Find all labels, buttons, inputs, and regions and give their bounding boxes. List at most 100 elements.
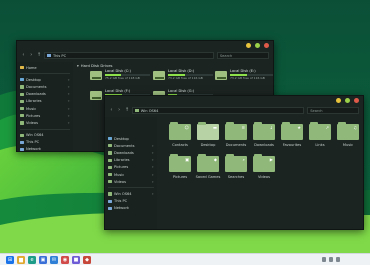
folder-label: Videos [258, 175, 270, 179]
address-bar[interactable]: This PC [44, 52, 214, 59]
sidebar-item-this-pc[interactable]: This PC [105, 198, 157, 205]
edge-icon[interactable]: e [28, 256, 36, 264]
file-explorer-icon[interactable]: ▆ [17, 256, 25, 264]
sidebar-item-network[interactable]: Network [105, 205, 157, 212]
forward-arrow-icon[interactable]: › [29, 53, 34, 58]
saved-games-folder-icon: ◆ [197, 154, 219, 172]
close-button[interactable] [354, 98, 359, 103]
minimize-button[interactable] [336, 98, 341, 103]
search-input[interactable]: Search [216, 52, 270, 59]
folder-glyph: ↓ [269, 125, 273, 130]
sidebar-item-downloads[interactable]: Downloads ✦ [105, 149, 157, 156]
folder-label: Favourites [282, 143, 302, 147]
sidebar-item-network[interactable]: Network [17, 146, 73, 151]
sidebar-item-home[interactable]: Home [17, 64, 73, 71]
maximize-button[interactable] [345, 98, 350, 103]
search-input[interactable]: Search [307, 107, 359, 114]
battery-icon[interactable] [336, 257, 340, 262]
drive-usage-fill [230, 74, 247, 77]
app2-icon[interactable]: ◆ [83, 256, 91, 264]
videos-icon [108, 180, 112, 184]
sidebar-item-label: Music [114, 172, 125, 177]
sidebar-item-music[interactable]: Music ✦ [17, 105, 73, 112]
drive-usage-bar [105, 74, 150, 77]
sidebar-item-label: Network [114, 206, 130, 211]
folder-item-searches[interactable]: ⌕ Searches [221, 154, 251, 184]
forward-arrow-icon[interactable]: › [117, 108, 122, 113]
network-icon[interactable] [322, 257, 326, 262]
sidebar-item-label: Win OS64 [26, 133, 44, 138]
drive-tile[interactable]: Local Disk (C:) 75.2 GB free of 118 GB [90, 69, 150, 85]
sidebar-item-videos[interactable]: Videos ✦ [105, 178, 157, 185]
sidebar-item-documents[interactable]: Documents ✦ [105, 142, 157, 149]
sidebar-item-libraries[interactable]: Libraries ✦ [17, 98, 73, 105]
minimize-button[interactable] [246, 43, 251, 48]
chevron-down-icon[interactable]: ▾ [77, 64, 79, 68]
file-explorer-window-win-os64[interactable]: ‹ › ↑ Win OS64 Search Desktop Documents ✦ D… [104, 95, 364, 230]
sidebar-item-this-pc[interactable]: This PC [17, 139, 73, 146]
pictures-icon [20, 114, 24, 118]
up-arrow-icon[interactable]: ↑ [37, 53, 42, 58]
folder-item-links[interactable]: ↗ Links [305, 122, 335, 152]
sidebar-item-desktop[interactable]: Desktop ✦ [17, 76, 73, 83]
drive-name: Local Disk (G:) [168, 89, 195, 93]
folder-glyph: ⌕ [242, 157, 245, 162]
drive-name: Local Disk (E:) [230, 69, 256, 73]
sidebar-item-label: Documents [26, 84, 47, 89]
app-icon[interactable]: ■ [72, 256, 80, 264]
back-arrow-icon[interactable]: ‹ [21, 53, 26, 58]
folder-item-downloads[interactable]: ↓ Downloads [249, 122, 279, 152]
links-folder-icon: ↗ [309, 122, 331, 140]
drive-icon [108, 192, 112, 196]
sidebar-item-libraries[interactable]: Libraries ✦ [105, 157, 157, 164]
folder-label: Music [342, 143, 354, 147]
address-bar[interactable]: Win OS64 [132, 107, 305, 114]
sidebar-item-videos[interactable]: Videos ✦ [17, 119, 73, 126]
drive-tile[interactable]: Local Disk (E:) 73.2 GB free of 116 GB [215, 69, 273, 85]
sidebar-item-label: Downloads [26, 92, 46, 97]
pin-icon: ✦ [67, 106, 70, 111]
up-arrow-icon[interactable]: ↑ [125, 108, 130, 113]
sidebar-item-pictures[interactable]: Pictures ✦ [105, 164, 157, 171]
sidebar-item-pictures[interactable]: Pictures ✦ [17, 112, 73, 119]
folder-item-videos[interactable]: ▶ Videos [249, 154, 279, 184]
pictures-icon [108, 165, 112, 169]
mail-icon[interactable]: ✉ [50, 256, 58, 264]
folder-item-pictures[interactable]: ▣ Pictures [165, 154, 195, 184]
close-button[interactable] [264, 43, 269, 48]
sidebar-item-desktop[interactable]: Desktop [105, 135, 157, 142]
folder-item-favourites[interactable]: ★ Favourites [277, 122, 307, 152]
folder-item-saved-games[interactable]: ◆ Saved Games [193, 154, 223, 184]
drive-free-space: 75.2 GB free of 118 GB [105, 76, 140, 81]
folder-glyph: ★ [297, 125, 301, 130]
drive-info: Local Disk (D:) 73.2 GB free of 116 GB [168, 69, 213, 85]
title-bar[interactable] [17, 41, 273, 50]
sidebar-item-music[interactable]: Music ✦ [105, 171, 157, 178]
sidebar-item-win-os64[interactable]: Win OS64 [17, 132, 73, 139]
photos-icon[interactable]: ◉ [61, 256, 69, 264]
folder-item-documents[interactable]: ≡ Documents [221, 122, 251, 152]
store-icon[interactable]: ▣ [39, 256, 47, 264]
drive-name: Local Disk (C:) [105, 69, 131, 73]
back-arrow-icon[interactable]: ‹ [109, 108, 114, 113]
sidebar-item-win-os64[interactable]: Win OS64 ✦ [105, 190, 157, 197]
maximize-button[interactable] [255, 43, 260, 48]
sidebar-item-label: Libraries [114, 158, 130, 163]
pictures-folder-icon: ▣ [169, 154, 191, 172]
sidebar-item-downloads[interactable]: Downloads ✦ [17, 91, 73, 98]
folder-label: Links [315, 143, 325, 147]
folder-item-desktop[interactable]: ▬ Desktop [193, 122, 223, 152]
navigation-bar: ‹ › ↑ This PC Search [17, 50, 273, 61]
desktop-icon [108, 137, 112, 141]
system-tray [322, 257, 340, 262]
volume-icon[interactable] [329, 257, 333, 262]
folder-item-music[interactable]: ♫ Music [333, 122, 363, 152]
start-icon[interactable]: ⊞ [6, 256, 14, 264]
drive-tile[interactable]: Local Disk (D:) 73.2 GB free of 116 GB [153, 69, 213, 85]
folder-item-contacts[interactable]: ☺ Contacts [165, 122, 195, 152]
sidebar-item-label: Downloads [114, 150, 134, 155]
title-bar[interactable] [105, 96, 363, 105]
network-icon [20, 147, 24, 151]
sidebar-item-documents[interactable]: Documents ✦ [17, 83, 73, 90]
search-placeholder: Search [219, 54, 233, 58]
